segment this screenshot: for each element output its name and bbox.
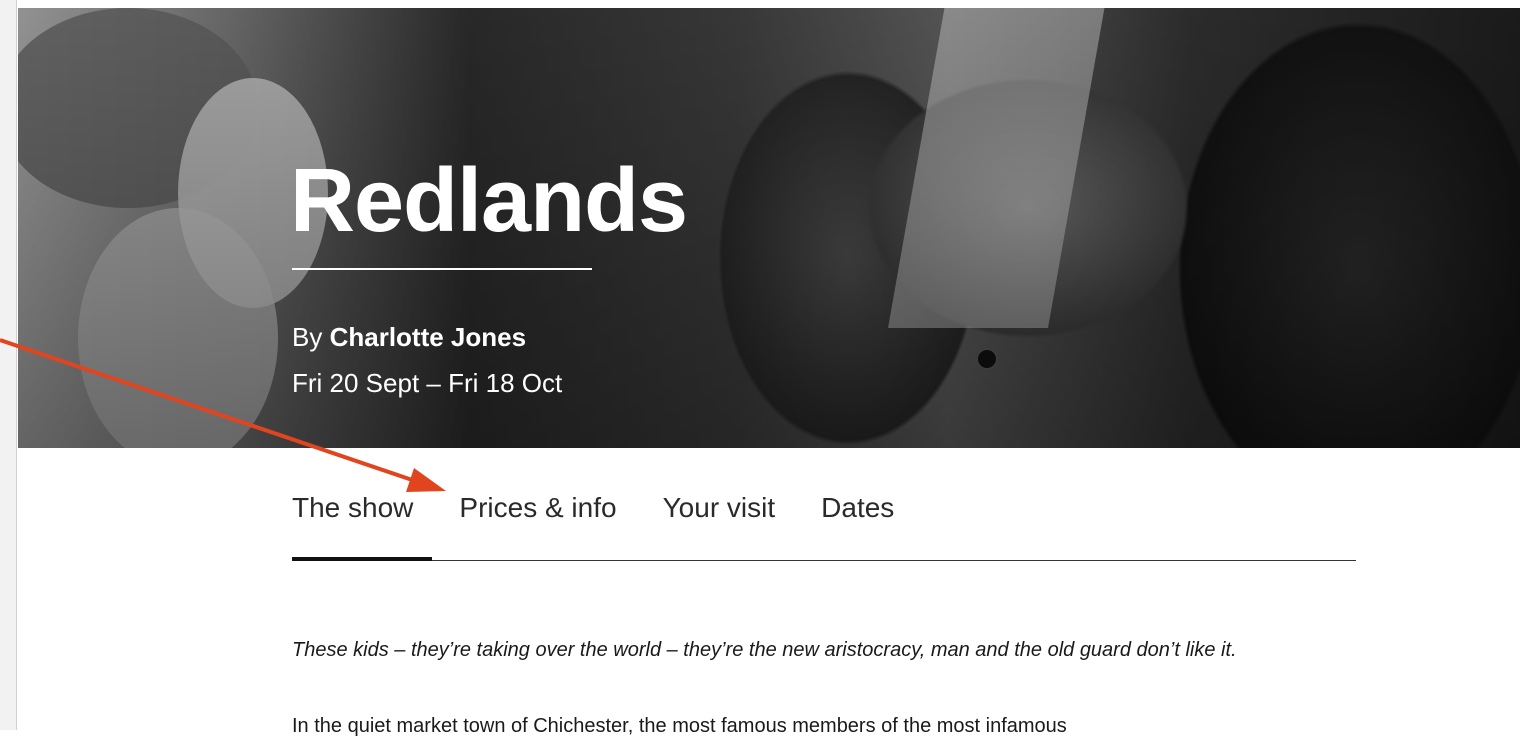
- annotation-arrow: [0, 338, 446, 492]
